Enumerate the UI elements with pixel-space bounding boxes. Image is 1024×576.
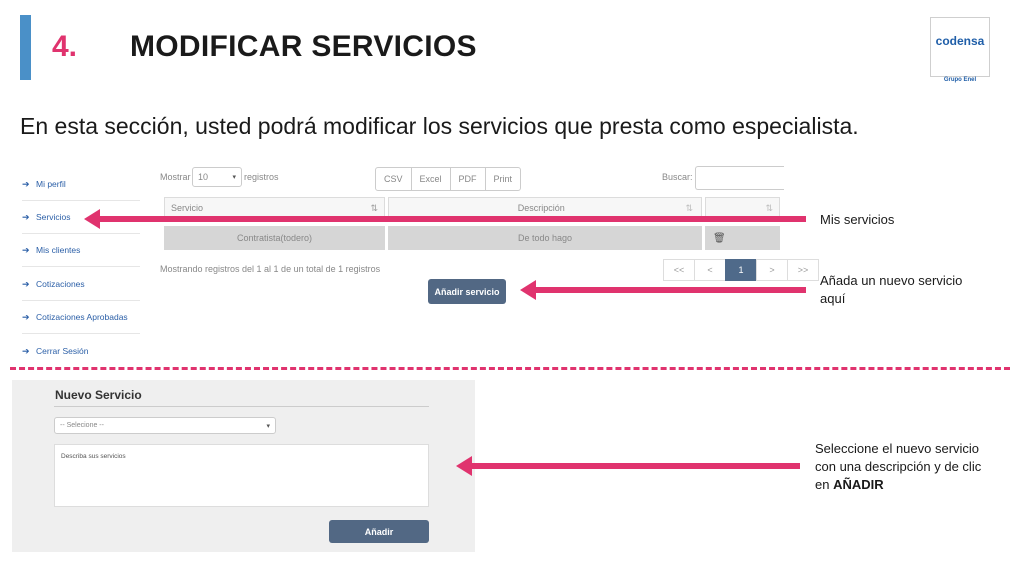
pagination: << < 1 > >> <box>663 259 819 281</box>
service-select[interactable]: -- Selecione -- ▾ <box>54 417 276 434</box>
arrow-line-select-service <box>470 463 800 469</box>
export-button-group: CSV Excel PDF Print <box>375 167 522 191</box>
arrow-right-icon: ➔ <box>22 211 30 222</box>
pagination-first[interactable]: << <box>663 259 695 281</box>
sidebar-item-label: Mis clientes <box>36 245 81 255</box>
sidebar-item-label: Servicios <box>36 212 71 222</box>
sort-icon: ⇅ <box>765 202 773 213</box>
sidebar-item-cerrar-sesion[interactable]: ➔ Cerrar Sesión <box>22 335 140 367</box>
show-label: Mostrar <box>160 172 191 182</box>
annotation-add-service: Añada un nuevo servicio aquí <box>820 272 962 308</box>
arrow-line-add-service <box>534 287 806 293</box>
annotation-line: en AÑADIR <box>815 476 981 494</box>
sidebar-item-mi-perfil[interactable]: ➔ Mi perfil <box>22 168 140 201</box>
sidebar-item-label: Cotizaciones <box>36 279 85 289</box>
table-cell-descripcion: De todo hago <box>388 226 702 250</box>
pagination-next[interactable]: > <box>756 259 788 281</box>
pagination-prev[interactable]: < <box>694 259 726 281</box>
sidebar-item-cotizaciones-aprobadas[interactable]: ➔ Cotizaciones Aprobadas <box>22 301 140 334</box>
search-input[interactable] <box>695 166 784 190</box>
sidebar-item-mis-clientes[interactable]: ➔ Mis clientes <box>22 234 140 267</box>
chevron-down-icon: ▾ <box>266 422 270 430</box>
chevron-down-icon: ▾ <box>232 174 236 181</box>
form-title: Nuevo Servicio <box>55 388 142 402</box>
table-cell-servicio: Contratista(todero) <box>164 226 385 250</box>
logo-text: codensa <box>935 34 985 48</box>
arrow-right-icon: ➔ <box>22 278 30 289</box>
sidebar-item-label: Mi perfil <box>36 179 66 189</box>
annotation-select-service: Seleccione el nuevo servicio con una des… <box>815 440 981 494</box>
submit-add-button[interactable]: Añadir <box>329 520 429 543</box>
annotation-line: Seleccione el nuevo servicio <box>815 441 980 456</box>
annotation-line: aquí <box>820 291 846 306</box>
logo-subtext: Grupo Enel <box>943 77 977 83</box>
annotation-mis-servicios: Mis servicios <box>820 212 895 227</box>
sort-icon: ⇅ <box>370 202 378 213</box>
table-cell-actions: 🗑 <box>705 226 780 250</box>
sort-icon: ⇅ <box>685 202 693 213</box>
add-service-button[interactable]: Añadir servicio <box>428 279 506 304</box>
description-textarea[interactable]: Describa sus servicios <box>54 444 429 507</box>
annotation-line: Añada un nuevo servicio <box>820 273 963 288</box>
page-title: MODIFICAR SERVICIOS <box>130 30 477 63</box>
arrow-right-icon: ➔ <box>22 178 30 189</box>
trash-icon[interactable]: 🗑 <box>713 233 726 244</box>
annotation-bold-text: AÑADIR <box>833 477 884 492</box>
column-header-label: Servicio <box>171 203 204 213</box>
arrow-line-mis-servicios <box>98 216 806 222</box>
sidebar-item-cotizaciones[interactable]: ➔ Cotizaciones <box>22 268 140 301</box>
csv-button[interactable]: CSV <box>376 168 412 190</box>
table-info: Mostrando registros del 1 al 1 de un tot… <box>160 264 381 274</box>
sidebar-item-label: Cotizaciones Aprobadas <box>36 312 128 322</box>
page-subtitle: En esta sección, usted podrá modificar l… <box>20 113 859 139</box>
annotation-text: en <box>815 477 834 492</box>
sidebar-item-label: Cerrar Sesión <box>36 346 89 356</box>
excel-button[interactable]: Excel <box>412 168 451 190</box>
arrow-right-icon: ➔ <box>22 345 30 356</box>
section-number: 4. <box>52 30 78 63</box>
arrow-right-icon: ➔ <box>22 244 30 255</box>
page-length-value: 10 <box>198 172 209 182</box>
arrow-right-icon: ➔ <box>22 311 30 322</box>
annotation-line: con una descripción y de clic <box>815 459 982 474</box>
column-header-label: Descripción <box>517 203 565 213</box>
pagination-last[interactable]: >> <box>787 259 819 281</box>
service-select-value: -- Selecione -- <box>60 422 104 429</box>
search-label: Buscar: <box>662 172 693 182</box>
dashed-divider <box>10 367 1010 370</box>
form-divider <box>54 406 429 407</box>
pagination-page-1[interactable]: 1 <box>725 259 757 281</box>
title-accent-bar <box>20 15 31 80</box>
page-length-select[interactable]: 10 ▾ <box>192 167 242 187</box>
records-label: registros <box>244 172 279 182</box>
pdf-button[interactable]: PDF <box>451 168 486 190</box>
print-button[interactable]: Print <box>486 168 521 190</box>
